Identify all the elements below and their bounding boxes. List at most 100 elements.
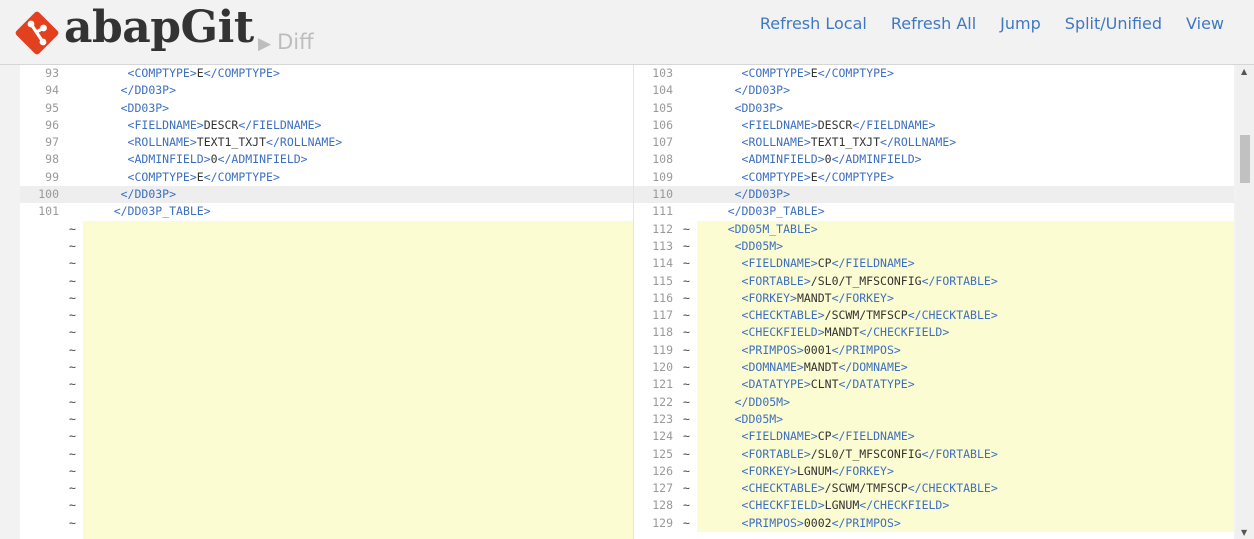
line-number: 111 [652,204,673,219]
line-number: 129 [652,515,673,530]
jump-link[interactable]: Jump [1000,14,1041,33]
change-marker [62,82,83,99]
scroll-down-icon[interactable]: ▼ [1241,528,1247,537]
code-text [83,220,633,238]
change-marker: ~ [69,429,76,444]
diff-line: 108 <ADMINFIELD>0</ADMINFIELD> [634,151,1234,168]
code-text [83,359,633,377]
change-marker: ~ [683,446,690,461]
code-text: <CHECKTABLE>/SCWM/TMFSCP</CHECKTABLE> [697,480,1234,498]
diff-left-pane: 93 <COMPTYPE>E</COMPTYPE> 94 </DD03P> 95 <… [20,65,633,539]
diff-line: ~ [20,289,633,308]
change-marker: ~ [69,238,76,253]
change-marker: ~ [69,515,76,530]
change-marker: ~ [683,342,690,357]
change-marker [676,151,697,168]
git-logo-icon[interactable] [14,10,60,56]
code-text: </DD03P> [734,83,791,98]
code-text: <FORTABLE>/SL0/T_MFSCONFIG</FORTABLE> [697,445,1234,463]
change-marker: ~ [69,256,76,271]
diff-line: 110 </DD03P> [634,186,1234,204]
page-title: ▶ Diff [258,30,314,54]
refresh-local-link[interactable]: Refresh Local [760,14,867,33]
diff-line: 115 ~ <FORTABLE>/SL0/T_MFSCONFIG</FORTABL… [634,272,1234,290]
vertical-scrollbar[interactable]: ▲ ▼ [1236,65,1254,539]
change-marker [676,169,697,186]
code-text [83,393,633,411]
change-marker: ~ [683,377,690,392]
diff-line: 120 ~ <DOMNAME>MANDT</DOMNAME> [634,359,1234,377]
code-text: <CHECKFIELD>MANDT</CHECKFIELD> [697,324,1234,342]
line-number: 122 [652,394,673,409]
code-text: <FORTABLE>/SL0/T_MFSCONFIG</FORTABLE> [697,272,1234,290]
view-link[interactable]: View [1186,14,1224,33]
diff-line: 93 <COMPTYPE>E</COMPTYPE> [20,65,633,82]
code-text [83,428,633,446]
code-text: <ROLLNAME>TEXT1_TXJT</ROLLNAME> [127,135,343,150]
line-number: 97 [45,135,59,150]
code-text: <FIELDNAME>CP</FIELDNAME> [697,255,1234,273]
line-number: 114 [652,256,673,271]
code-text: <DD03P> [120,100,170,115]
diff-line: 121 ~ <DATATYPE>CLNT</DATATYPE> [634,376,1234,394]
code-text: <FIELDNAME>DESCR</FIELDNAME> [127,117,322,132]
line-number: 96 [45,117,59,132]
code-text [83,514,633,533]
split-unified-link[interactable]: Split/Unified [1065,14,1162,33]
diff-line: 104 </DD03P> [634,82,1234,99]
diff-line: ~ [20,324,633,342]
diff-line: 122 ~ </DD05M> [634,393,1234,411]
change-marker: ~ [69,481,76,496]
change-marker [676,82,697,99]
code-text: <DATATYPE>CLNT</DATATYPE> [697,376,1234,394]
change-marker: ~ [683,394,690,409]
diff-line: 123 ~ <DD05M> [634,410,1234,429]
line-number: 116 [652,290,673,305]
change-marker [676,134,697,151]
scroll-thumb[interactable] [1240,135,1250,183]
line-number: 107 [652,135,673,150]
line-number [20,480,62,497]
line-number [20,497,62,514]
code-text: <DD05M> [697,237,1234,256]
change-marker [62,151,83,168]
code-text: <FIELDNAME>CP</FIELDNAME> [697,428,1234,446]
code-text: <FORKEY>LGNUM</FORKEY> [697,462,1234,481]
change-marker [676,117,697,134]
diff-line: 116 ~ <FORKEY>MANDT</FORKEY> [634,289,1234,308]
diff-line: 117 ~ <CHECKTABLE>/SCWM/TMFSCP</CHECKTABL… [634,307,1234,325]
line-number: 106 [652,117,673,132]
change-marker [676,186,697,203]
breadcrumb-arrow-icon: ▶ [258,34,272,54]
diff-line: 124 ~ <FIELDNAME>CP</FIELDNAME> [634,428,1234,446]
line-number: 110 [652,187,673,202]
change-marker [62,169,83,186]
code-text: <DD05M_TABLE> [697,220,1234,238]
diff-line: 113 ~ <DD05M> [634,237,1234,256]
scroll-up-icon[interactable]: ▲ [1241,67,1247,76]
code-text [83,497,633,515]
line-number: 117 [652,308,673,323]
top-nav: Refresh Local Refresh All Jump Split/Uni… [760,14,1224,33]
change-marker [676,100,697,117]
code-text: <ROLLNAME>TEXT1_TXJT</ROLLNAME> [741,135,957,150]
code-text [83,462,633,481]
code-text [83,480,633,498]
change-marker: ~ [683,256,690,271]
change-marker: ~ [69,308,76,323]
change-marker: ~ [683,429,690,444]
code-text [83,410,633,429]
change-marker: ~ [683,273,690,288]
line-number: 98 [45,152,59,167]
diff-line: ~ [20,359,633,377]
refresh-all-link[interactable]: Refresh All [891,14,976,33]
change-marker [62,186,83,203]
line-number: 113 [652,238,673,253]
line-number [20,463,62,480]
change-marker: ~ [69,498,76,513]
diff-line: 114 ~ <FIELDNAME>CP</FIELDNAME> [634,255,1234,273]
change-marker: ~ [69,360,76,375]
brand-name[interactable]: abapGit [64,2,254,53]
line-number: 127 [652,481,673,496]
line-number: 124 [652,429,673,444]
